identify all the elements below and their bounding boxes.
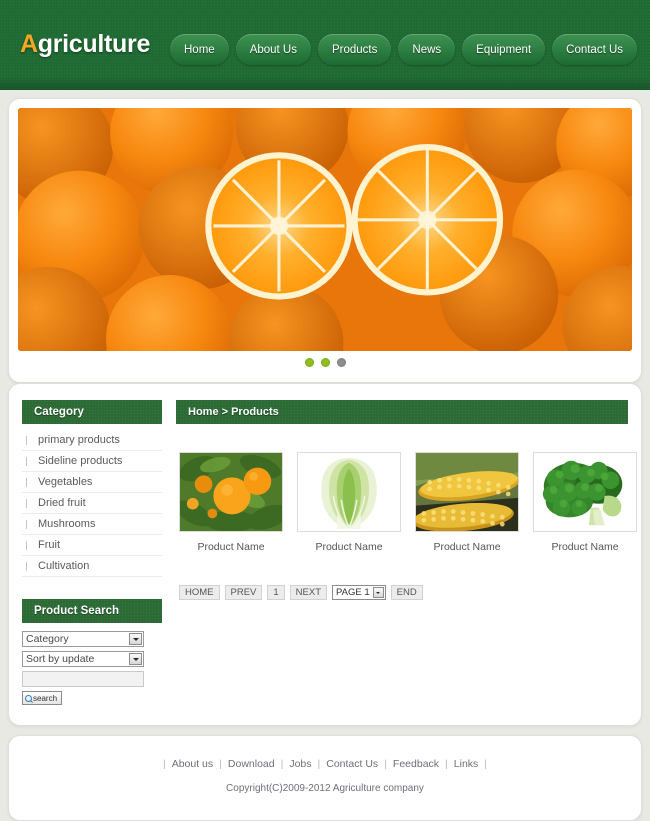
footer-separator: | bbox=[219, 758, 222, 770]
pagination-end[interactable]: END bbox=[390, 585, 423, 600]
copyright-text: Copyright(C)2009-2012 Agriculture compan… bbox=[226, 783, 424, 794]
category-item[interactable]: Mushrooms bbox=[22, 514, 162, 535]
site-header: Agriculture Home About Us Products News Equi… bbox=[0, 0, 650, 90]
category-item[interactable]: primary products bbox=[22, 430, 162, 451]
search-icon bbox=[25, 694, 32, 702]
footer-separator: | bbox=[445, 758, 448, 770]
pagination-page-select[interactable]: PAGE 1 bbox=[332, 585, 386, 600]
product-name[interactable]: Product Name bbox=[297, 541, 401, 553]
nav-item-news[interactable]: News bbox=[398, 34, 456, 65]
category-item[interactable]: Cultivation bbox=[22, 556, 162, 577]
pagination-page-1[interactable]: 1 bbox=[267, 585, 285, 600]
search-sort-value: Sort by update bbox=[26, 653, 95, 665]
pagination: HOME PREV 1 NEXT PAGE 1 END bbox=[176, 585, 628, 600]
category-item[interactable]: Dried fruit bbox=[22, 493, 162, 514]
category-item[interactable]: Fruit bbox=[22, 535, 162, 556]
chevron-down-icon bbox=[129, 653, 142, 665]
main-content-panel: Category primary products Sideline produc… bbox=[8, 383, 642, 726]
footer-link-feedback[interactable]: Feedback bbox=[393, 758, 439, 770]
hero-banner-image[interactable] bbox=[18, 108, 632, 351]
nav-item-products[interactable]: Products bbox=[318, 34, 392, 65]
category-section-title: Category bbox=[22, 400, 162, 424]
search-category-select[interactable]: Category bbox=[22, 631, 144, 647]
carousel-dot-1[interactable] bbox=[304, 357, 314, 367]
pagination-home[interactable]: HOME bbox=[179, 585, 220, 600]
category-item[interactable]: Sideline products bbox=[22, 451, 162, 472]
search-button-label: search bbox=[33, 693, 58, 703]
product-card[interactable]: Product Name bbox=[179, 452, 283, 553]
product-search-block: Product Search Category Sort by update s… bbox=[22, 599, 162, 705]
carousel-dot-3[interactable] bbox=[336, 357, 346, 367]
product-name[interactable]: Product Name bbox=[415, 541, 519, 553]
search-button[interactable]: search bbox=[22, 691, 62, 705]
nav-item-equipment[interactable]: Equipment bbox=[462, 34, 546, 65]
footer-links: | About us | Download | Jobs | Contact Us | Feedb… bbox=[9, 758, 641, 770]
product-name[interactable]: Product Name bbox=[179, 541, 283, 553]
main-navigation: Home About Us Products News Equipment Contact… bbox=[170, 34, 638, 65]
pagination-prev[interactable]: PREV bbox=[224, 585, 263, 600]
search-sort-select[interactable]: Sort by update bbox=[22, 651, 144, 667]
product-thumbnail-oranges-on-tree[interactable] bbox=[179, 452, 283, 532]
breadcrumb: Home > Products bbox=[176, 400, 628, 424]
product-thumbnail-corn-cobs[interactable] bbox=[415, 452, 519, 532]
nav-item-home[interactable]: Home bbox=[170, 34, 229, 65]
product-grid: Product Name Product Name Product Name P… bbox=[176, 452, 637, 553]
product-card[interactable]: Product Name bbox=[533, 452, 637, 553]
footer-separator: | bbox=[280, 758, 284, 770]
site-footer: | About us | Download | Jobs | Contact Us | Feedb… bbox=[8, 735, 642, 821]
footer-separator: | bbox=[484, 758, 488, 770]
site-logo[interactable]: Agriculture bbox=[20, 30, 150, 59]
page-body: Category primary products Sideline produc… bbox=[0, 98, 650, 821]
hero-panel bbox=[8, 98, 642, 383]
category-item[interactable]: Vegetables bbox=[22, 472, 162, 493]
carousel-dots bbox=[18, 351, 632, 373]
nav-item-contact-us[interactable]: Contact Us bbox=[552, 34, 638, 65]
footer-link-links[interactable]: Links bbox=[454, 758, 479, 770]
product-card[interactable]: Product Name bbox=[415, 452, 519, 553]
logo-text: griculture bbox=[37, 30, 151, 58]
product-thumbnail-napa-cabbage[interactable] bbox=[297, 452, 401, 532]
footer-separator: | bbox=[162, 758, 166, 770]
oranges-illustration bbox=[18, 108, 632, 351]
product-card[interactable]: Product Name bbox=[297, 452, 401, 553]
content-column: Home > Products Product Name Product Nam… bbox=[176, 400, 637, 705]
footer-separator: | bbox=[384, 758, 387, 770]
footer-link-contact-us[interactable]: Contact Us bbox=[326, 758, 378, 770]
chevron-down-icon bbox=[129, 633, 142, 645]
search-category-value: Category bbox=[26, 633, 69, 645]
pagination-page-select-value: PAGE 1 bbox=[336, 587, 370, 598]
sidebar: Category primary products Sideline produc… bbox=[22, 400, 162, 705]
footer-separator: | bbox=[317, 758, 321, 770]
carousel-dot-2[interactable] bbox=[320, 357, 330, 367]
product-thumbnail-broccoli[interactable] bbox=[533, 452, 637, 532]
footer-link-jobs[interactable]: Jobs bbox=[289, 758, 311, 770]
product-search-title: Product Search bbox=[22, 599, 162, 623]
footer-link-about-us[interactable]: About us bbox=[172, 758, 213, 770]
product-name[interactable]: Product Name bbox=[533, 541, 637, 553]
category-list: primary products Sideline products Vegetab… bbox=[22, 430, 162, 577]
chevron-down-icon bbox=[372, 587, 384, 598]
footer-link-download[interactable]: Download bbox=[228, 758, 275, 770]
nav-item-about-us[interactable]: About Us bbox=[235, 34, 311, 65]
logo-accent-letter: A bbox=[20, 30, 38, 58]
pagination-next[interactable]: NEXT bbox=[289, 585, 328, 600]
search-keyword-input[interactable] bbox=[22, 671, 144, 687]
